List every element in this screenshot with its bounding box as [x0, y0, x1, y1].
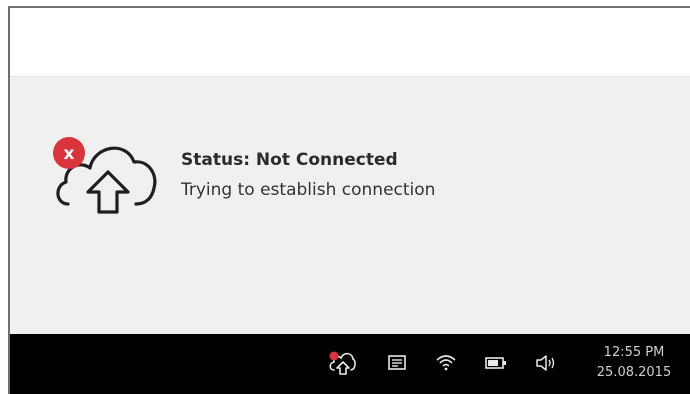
error-badge-x: x — [64, 144, 75, 164]
keyboard-icon[interactable] — [382, 348, 412, 378]
battery-icon[interactable] — [481, 348, 511, 378]
wifi-icon[interactable] — [431, 348, 461, 378]
taskbar-clock[interactable]: 12:55 PM 25.08.2015 — [594, 343, 674, 383]
cloud-upload-error-icon: x — [50, 132, 160, 217]
clock-date: 25.08.2015 — [596, 365, 672, 380]
clock-time: 12:55 PM — [603, 345, 665, 360]
connection-notification[interactable]: x Status: Not Connected Trying to establ… — [10, 76, 690, 335]
notification-title: Status: Not Connected — [181, 150, 398, 170]
volume-icon[interactable] — [532, 348, 562, 378]
taskbar: 12:55 PM 25.08.2015 — [10, 334, 690, 394]
cloud-upload-error-icon[interactable] — [327, 348, 357, 378]
notification-message: Trying to establish connection — [181, 180, 436, 200]
